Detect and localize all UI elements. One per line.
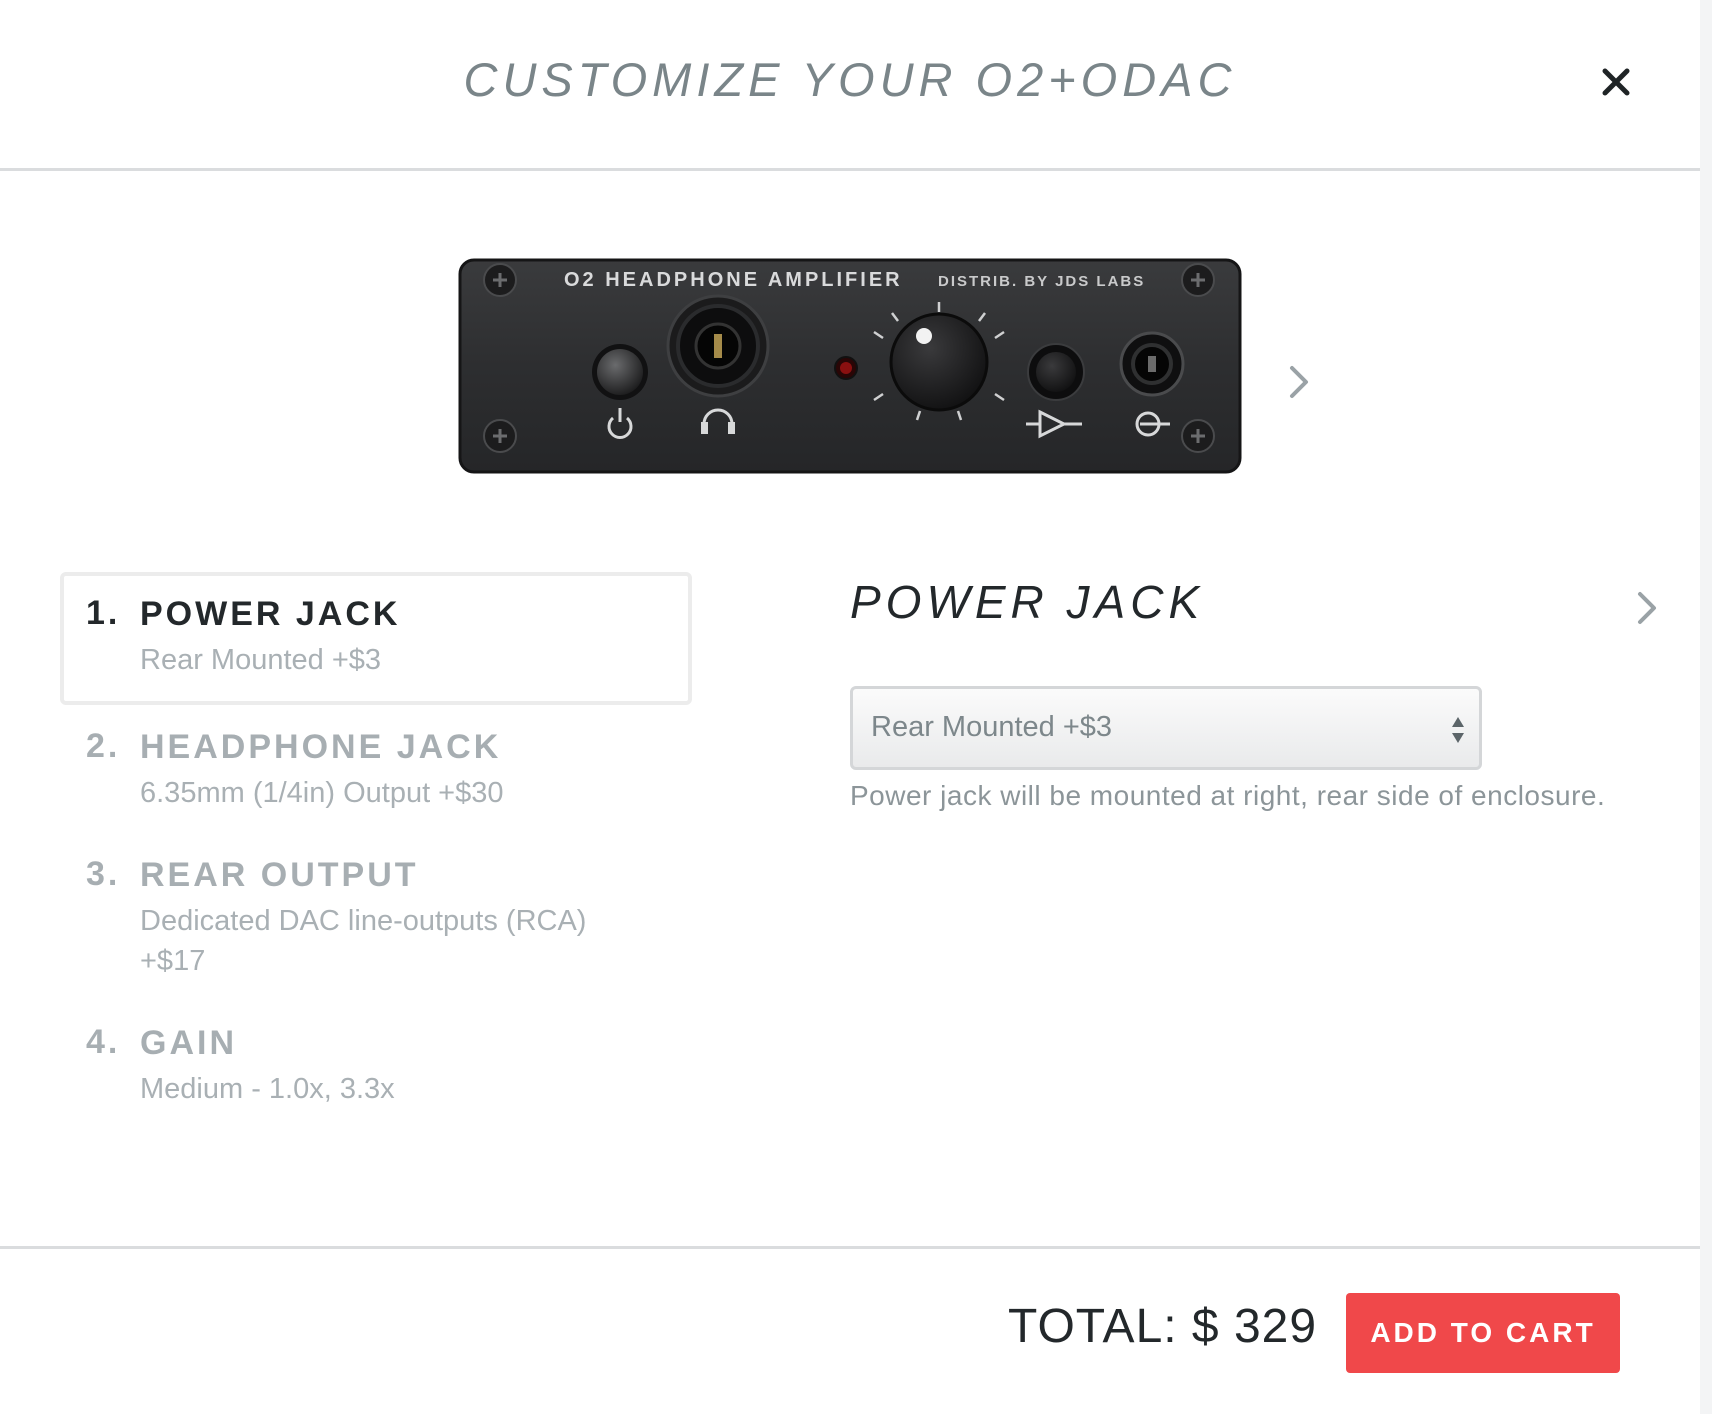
select-arrows-icon — [1452, 717, 1464, 743]
next-step-arrow[interactable] — [1632, 588, 1662, 628]
step-title: HEADPHONE JACK — [140, 728, 502, 766]
screw-icon — [483, 419, 517, 453]
screw-icon — [483, 263, 517, 297]
total-price: TOTAL: $ 329 — [1008, 1300, 1318, 1353]
step-number: 3. — [86, 855, 121, 893]
panel-label-right: DISTRIB. BY JDS LABS — [938, 273, 1145, 290]
image-next-arrow[interactable] — [1284, 362, 1314, 402]
detail-title: POWER JACK — [850, 576, 1205, 628]
step-power-jack[interactable]: 1. POWER JACK Rear Mounted +$3 — [60, 572, 692, 705]
modal-footer: TOTAL: $ 329 ADD TO CART — [0, 1246, 1700, 1417]
add-to-cart-button[interactable]: ADD TO CART — [1346, 1293, 1620, 1373]
step-title: REAR OUTPUT — [140, 856, 419, 894]
step-value: Dedicated DAC line-outputs (RCA) +$17 — [140, 905, 587, 977]
option-steps-list: 1. POWER JACK Rear Mounted +$3 2. HEADPH… — [60, 572, 692, 1129]
close-icon — [1602, 68, 1630, 96]
close-button[interactable] — [1596, 62, 1636, 102]
step-title: GAIN — [140, 1024, 237, 1062]
page-edge — [1700, 0, 1712, 1414]
modal-title: CUSTOMIZE YOUR O2+ODAC — [463, 53, 1237, 106]
step-number: 4. — [86, 1023, 121, 1061]
product-image: O2 HEADPHONE AMPLIFIER DISTRIB. BY JDS L… — [458, 258, 1242, 474]
option-description: Power jack will be mounted at right, rea… — [850, 780, 1606, 811]
amplifier-front-panel: O2 HEADPHONE AMPLIFIER DISTRIB. BY JDS L… — [458, 258, 1242, 474]
option-detail-panel: POWER JACK Rear Mounted +$3 Power jack w… — [850, 572, 1670, 811]
step-number: 2. — [86, 727, 121, 765]
step-headphone-jack[interactable]: 2. HEADPHONE JACK 6.35mm (1/4in) Output … — [60, 705, 692, 833]
step-number: 1. — [86, 594, 121, 632]
screw-icon — [1181, 263, 1215, 297]
customize-modal: CUSTOMIZE YOUR O2+ODAC O2 HEADPHONE AMPL… — [0, 0, 1700, 1414]
step-rear-output[interactable]: 3. REAR OUTPUT Dedicated DAC line-output… — [60, 833, 692, 1001]
select-value: Rear Mounted +$3 — [871, 711, 1113, 743]
panel-label-left: O2 HEADPHONE AMPLIFIER — [564, 269, 903, 291]
chevron-right-icon — [1638, 592, 1656, 624]
power-button-graphic — [597, 349, 643, 395]
modal-header: CUSTOMIZE YOUR O2+ODAC — [0, 0, 1700, 171]
step-value: 6.35mm (1/4in) Output +$30 — [140, 777, 504, 809]
power-jack-select[interactable]: Rear Mounted +$3 — [850, 686, 1482, 770]
step-value: Medium - 1.0x, 3.3x — [140, 1073, 395, 1105]
step-gain[interactable]: 4. GAIN Medium - 1.0x, 3.3x — [60, 1001, 692, 1129]
screw-icon — [1181, 419, 1215, 453]
step-title: POWER JACK — [140, 595, 401, 633]
chevron-right-icon — [1290, 366, 1308, 398]
step-value: Rear Mounted +$3 — [140, 644, 382, 676]
